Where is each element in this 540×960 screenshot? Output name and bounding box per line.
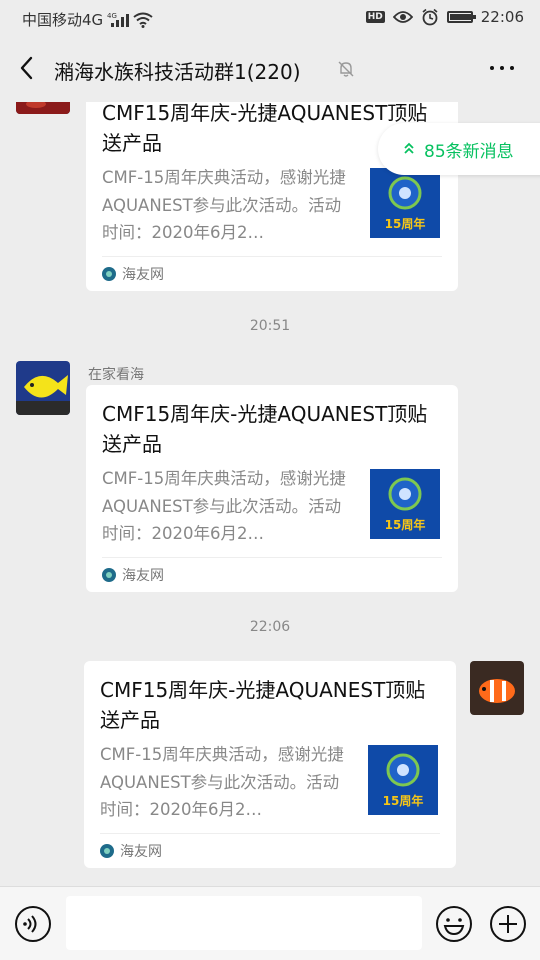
card-divider [100, 833, 440, 834]
avatar[interactable] [470, 661, 524, 715]
card-source-label: 海友网 [122, 267, 164, 283]
status-bar: 中国移动4G 4G HD 22:06 [0, 0, 540, 36]
card-source-label: 海友网 [122, 568, 164, 584]
more-options-button[interactable] [490, 66, 514, 70]
link-card[interactable]: CMF15周年庆-光捷AQUANEST顶贴送产品 CMF-15周年庆典活动，感谢… [86, 385, 458, 592]
voice-input-icon[interactable] [14, 905, 52, 943]
signal-icon: 4G [107, 12, 130, 27]
alarm-icon [422, 8, 438, 26]
back-arrow-icon[interactable] [14, 53, 42, 83]
link-card[interactable]: CMF15周年庆-光捷AQUANEST顶贴送产品 CMF-15周年庆典活动，感谢… [84, 661, 456, 868]
eye-icon [392, 11, 413, 23]
timestamp: 22:06 [249, 619, 291, 635]
status-right: HD 22:06 [365, 8, 524, 26]
card-divider [102, 557, 442, 558]
mute-bell-icon [338, 61, 354, 77]
sender-name: 在家看海 [88, 367, 144, 383]
carrier-label: 中国移动4G [22, 11, 104, 29]
card-description: CMF-15周年庆典活动，感谢光捷AQUANEST参与此次活动。活动时间：202… [102, 469, 346, 543]
message-input[interactable] [66, 896, 422, 950]
double-chevron-up-icon [404, 142, 414, 154]
card-title: CMF15周年庆-光捷AQUANEST顶贴送产品 [102, 402, 428, 456]
message-list[interactable]: CMF15周年庆-光捷AQUANEST顶贴送产品 CMF-15周年庆典活动，感谢… [0, 102, 540, 886]
input-bar [0, 886, 540, 960]
avatar[interactable] [16, 361, 70, 415]
more-dot-icon [490, 66, 494, 70]
plus-icon[interactable] [488, 904, 528, 944]
card-thumbnail: 15周年 [370, 469, 440, 539]
hd-badge: HD [365, 11, 385, 23]
battery-icon [446, 11, 476, 23]
source-logo-icon [102, 568, 116, 582]
new-messages-label: 85条新消息 [424, 142, 514, 162]
card-source-label: 海友网 [120, 844, 162, 860]
emoji-icon[interactable] [434, 904, 474, 944]
thumbnail-label: 15周年 [385, 216, 426, 231]
chat-title: 潲海水族科技活动群1(220) [54, 60, 301, 84]
status-left: 中国移动4G 4G [22, 9, 153, 30]
card-thumbnail: 15周年 [368, 745, 438, 815]
source-logo-icon [102, 267, 116, 281]
svg-text:4G: 4G [107, 12, 117, 20]
source-logo-icon [100, 844, 114, 858]
avatar[interactable] [16, 102, 70, 114]
card-description: CMF-15周年庆典活动，感谢光捷AQUANEST参与此次活动。活动时间：202… [100, 745, 344, 819]
more-dot-icon [510, 66, 514, 70]
thumbnail-label: 15周年 [385, 517, 426, 532]
card-source: 海友网 [102, 264, 164, 284]
timestamp: 20:51 [249, 318, 291, 334]
card-title: CMF15周年庆-光捷AQUANEST顶贴送产品 [100, 678, 426, 732]
card-description: CMF-15周年庆典活动，感谢光捷AQUANEST参与此次活动。活动时间：202… [102, 168, 346, 242]
card-source: 海友网 [100, 841, 162, 861]
card-source: 海友网 [102, 565, 164, 585]
thumbnail-label: 15周年 [383, 793, 424, 808]
card-thumbnail: 15周年 [370, 168, 440, 238]
status-time: 22:06 [480, 8, 524, 26]
new-messages-badge[interactable]: 85条新消息 [378, 123, 540, 175]
more-dot-icon [500, 66, 504, 70]
chat-header: 潲海水族科技活动群1(220) [0, 36, 540, 102]
wifi-icon [133, 12, 153, 28]
card-divider [102, 256, 442, 257]
